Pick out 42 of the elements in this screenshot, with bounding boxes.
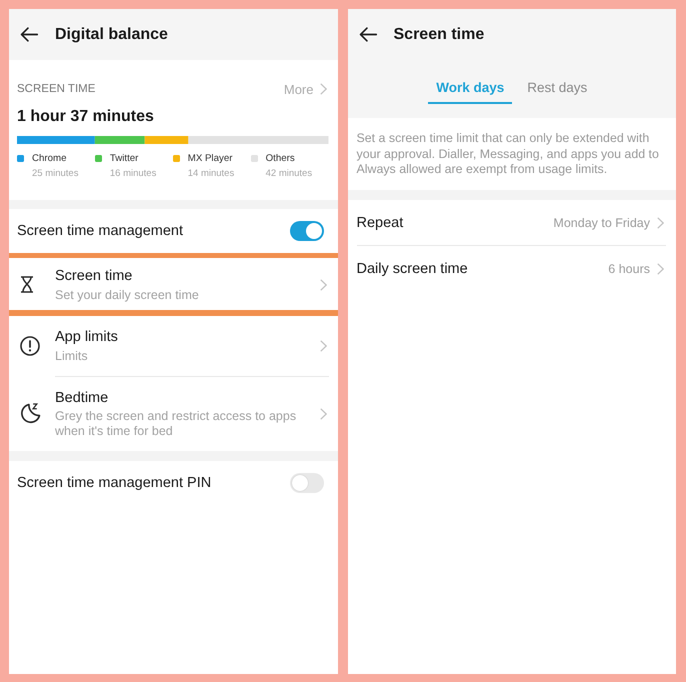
legend-label: MX Player — [188, 152, 234, 165]
item-title: Screen time — [55, 267, 132, 285]
item-subtitle: Grey the screen and restrict access to apps when it's time for bed — [55, 409, 298, 439]
list-item[interactable]: Daily screen time 6 hours — [356, 246, 666, 291]
list-item[interactable]: Repeat Monday to Friday — [356, 200, 666, 246]
item-subtitle: Set your daily screen time — [55, 288, 199, 302]
item-title: App limits — [55, 328, 118, 346]
setting-label: Repeat — [356, 214, 404, 230]
legend-label: Chrome — [32, 152, 68, 165]
legend-value: 25 minutes — [32, 167, 78, 180]
setting-value: Monday to Friday — [553, 216, 650, 230]
setting-label: Daily screen time — [356, 260, 469, 276]
chevron-icon — [320, 278, 326, 291]
setting-label: Screen time management PIN — [17, 475, 212, 491]
setting-value: 6 hours — [608, 262, 650, 276]
legend-value: 42 minutes — [266, 167, 312, 180]
description-text: Set a screen time limit that can only be extended with your approval. Dialler, Messaging, and apps you add to Always allowed are exempt from usage limits. — [356, 131, 660, 178]
legend-label: Others — [266, 152, 296, 165]
screen-title: Screen time — [394, 26, 484, 44]
item-title: Bedtime — [55, 388, 108, 406]
legend-value: 14 minutes — [188, 167, 234, 180]
item-subtitle: Limits — [55, 348, 88, 364]
toggle-switch[interactable] — [290, 473, 324, 493]
hourglass-icon — [20, 276, 34, 292]
moon-icon — [20, 402, 41, 424]
toggle-switch[interactable] — [290, 221, 324, 241]
usage-total: 1 hour 37 minutes — [17, 107, 155, 127]
legend-label: Twitter — [110, 152, 140, 165]
section-heading: SCREEN TIME — [17, 83, 96, 95]
alert-circle-icon — [20, 336, 40, 356]
chevron-icon — [320, 83, 326, 95]
chevron-icon — [657, 262, 664, 274]
back-arrow-icon[interactable] — [20, 27, 38, 42]
chevron-icon — [320, 408, 326, 420]
list-item[interactable]: App limits Limits — [9, 316, 338, 376]
legend-value: 16 minutes — [110, 167, 156, 180]
back-arrow-icon[interactable] — [358, 27, 376, 42]
setting-label: Screen time management — [17, 223, 184, 239]
screen-title: Digital balance — [55, 26, 168, 44]
chevron-icon — [657, 216, 664, 228]
chevron-icon — [320, 340, 326, 352]
list-item[interactable]: Screen time Set your daily screen time — [9, 253, 338, 316]
